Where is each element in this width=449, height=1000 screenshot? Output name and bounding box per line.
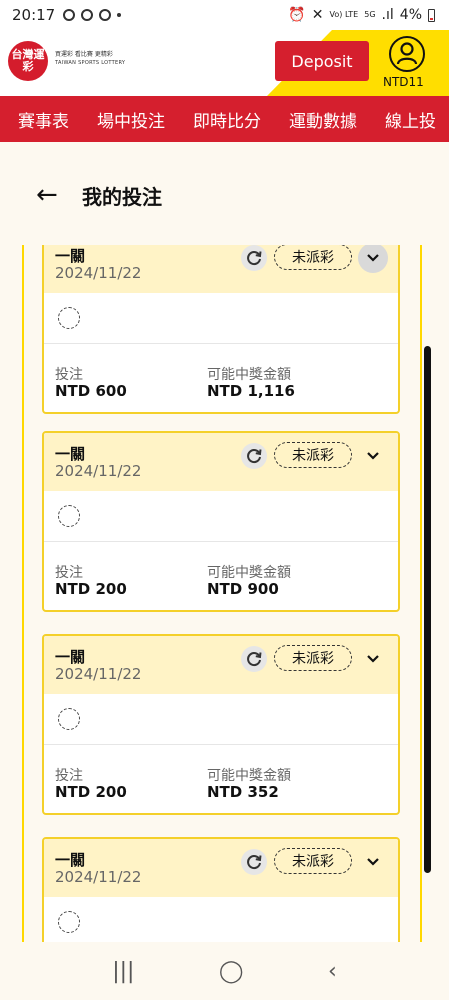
pending-result-icon bbox=[58, 307, 80, 329]
more-dot-icon bbox=[117, 13, 122, 17]
bet-date: 2024/11/22 bbox=[55, 264, 142, 282]
bet-type: 一關 bbox=[55, 247, 86, 265]
bet-card[interactable]: 一關 2024/11/22 未派彩 投注 NTD 200 可能中獎金額 NTD … bbox=[42, 431, 400, 612]
chat-icon bbox=[99, 9, 112, 21]
refresh-icon[interactable] bbox=[241, 443, 267, 469]
nav-item-sports-stats[interactable]: 運動數據 bbox=[289, 107, 357, 132]
bet-type: 一關 bbox=[55, 851, 86, 869]
notification-icon bbox=[81, 9, 94, 21]
network-5g-icon: 5G bbox=[364, 10, 376, 19]
stake-value: NTD 600 bbox=[55, 382, 127, 400]
bet-type: 一關 bbox=[55, 648, 86, 666]
refresh-icon[interactable] bbox=[241, 849, 267, 875]
page-header: ← 我的投注 bbox=[0, 170, 449, 220]
account-balance: NTD11 bbox=[383, 75, 424, 89]
pending-result-icon bbox=[58, 708, 80, 730]
app-header: 台灣運彩 買運彩 看比賽 更精彩 TAIWAN SPORTS LOTTERY D… bbox=[0, 30, 449, 96]
bet-selection-row bbox=[44, 897, 398, 942]
battery-percent: 4% bbox=[399, 7, 422, 23]
bet-selection-row bbox=[44, 694, 398, 745]
status-bar: 20:17 ⏰ ✕ Vo) LTE 5G .ıl 4% bbox=[0, 0, 449, 30]
brand-tagline-zh: 買運彩 看比賽 更精彩 bbox=[55, 51, 113, 58]
payout-label: 可能中獎金額 bbox=[207, 768, 291, 784]
deposit-button[interactable]: Deposit bbox=[275, 41, 369, 81]
page-title: 我的投注 bbox=[82, 184, 162, 209]
recents-icon[interactable]: ||| bbox=[112, 959, 134, 984]
nav-item-live-betting[interactable]: 場中投注 bbox=[97, 107, 165, 132]
nav-item-schedule[interactable]: 賽事表 bbox=[18, 107, 69, 132]
chevron-down-icon[interactable] bbox=[358, 245, 388, 273]
mute-icon: ✕ bbox=[311, 7, 324, 23]
back-icon[interactable]: ‹ bbox=[328, 959, 337, 984]
nav-item-online-betting[interactable]: 線上投 bbox=[385, 107, 436, 132]
bet-card-header: 一關 2024/11/22 未派彩 bbox=[44, 245, 398, 293]
bet-amounts: 投注 NTD 200 可能中獎金額 NTD 900 bbox=[44, 542, 398, 610]
bet-card-header: 一關 2024/11/22 未派彩 bbox=[44, 433, 398, 491]
payout-value: NTD 352 bbox=[207, 783, 279, 801]
scrollbar[interactable] bbox=[424, 346, 431, 873]
payout-value: NTD 900 bbox=[207, 580, 279, 598]
bet-card[interactable]: 一關 2024/11/22 未派彩 投注 NTD 600 可能中獎金額 NTD … bbox=[42, 245, 400, 414]
stake-value: NTD 200 bbox=[55, 580, 127, 598]
user-icon bbox=[396, 42, 418, 65]
payout-label: 可能中獎金額 bbox=[207, 565, 291, 581]
stake-value: NTD 200 bbox=[55, 783, 127, 801]
bet-type: 一關 bbox=[55, 445, 86, 463]
bet-selection-row bbox=[44, 293, 398, 344]
system-nav-bar: ||| ◯ ‹ bbox=[0, 942, 449, 1000]
main-nav: 賽事表 場中投注 即時比分 運動數據 線上投 bbox=[0, 96, 449, 142]
bet-date: 2024/11/22 bbox=[55, 462, 142, 480]
payout-value: NTD 1,116 bbox=[207, 382, 295, 400]
bet-amounts: 投注 NTD 200 可能中獎金額 NTD 352 bbox=[44, 745, 398, 813]
stake-label: 投注 bbox=[55, 565, 83, 581]
bet-date: 2024/11/22 bbox=[55, 868, 142, 886]
chevron-down-icon[interactable] bbox=[358, 847, 388, 877]
status-badge: 未派彩 bbox=[274, 245, 352, 270]
pending-result-icon bbox=[58, 911, 80, 933]
bet-selection-row bbox=[44, 491, 398, 542]
brand-tagline: 買運彩 看比賽 更精彩 TAIWAN SPORTS LOTTERY bbox=[55, 51, 125, 67]
payout-label: 可能中獎金額 bbox=[207, 367, 291, 383]
volte-icon: Vo) LTE bbox=[329, 10, 359, 19]
alarm-icon: ⏰ bbox=[288, 7, 306, 23]
signal-icon: .ıl bbox=[381, 7, 394, 23]
nav-item-live-scores[interactable]: 即時比分 bbox=[193, 107, 261, 132]
status-time: 20:17 bbox=[12, 6, 56, 24]
refresh-icon[interactable] bbox=[241, 245, 267, 271]
status-badge: 未派彩 bbox=[274, 848, 352, 874]
bet-date: 2024/11/22 bbox=[55, 665, 142, 683]
bet-card-header: 一關 2024/11/22 未派彩 bbox=[44, 636, 398, 694]
notification-icon bbox=[63, 9, 76, 21]
bet-card-header: 一關 2024/11/22 未派彩 bbox=[44, 839, 398, 897]
brand-tagline-en: TAIWAN SPORTS LOTTERY bbox=[55, 60, 126, 66]
account-icon[interactable] bbox=[389, 36, 425, 72]
chevron-down-icon[interactable] bbox=[358, 441, 388, 471]
stake-label: 投注 bbox=[55, 367, 83, 383]
bet-card[interactable]: 一關 2024/11/22 未派彩 投注 NTD 200 可能中獎金額 NTD … bbox=[42, 634, 400, 815]
stake-label: 投注 bbox=[55, 768, 83, 784]
refresh-icon[interactable] bbox=[241, 646, 267, 672]
bet-amounts: 投注 NTD 600 可能中獎金額 NTD 1,116 bbox=[44, 344, 398, 412]
status-badge: 未派彩 bbox=[274, 645, 352, 671]
system-icons: ⏰ ✕ Vo) LTE 5G .ıl 4% bbox=[288, 7, 435, 23]
chevron-down-icon[interactable] bbox=[358, 644, 388, 674]
notification-icons bbox=[63, 9, 122, 21]
brand-logo[interactable]: 台灣運彩 bbox=[8, 41, 48, 81]
battery-icon bbox=[428, 8, 435, 22]
bet-list[interactable]: 一關 2024/11/22 未派彩 投注 NTD 600 可能中獎金額 NTD … bbox=[22, 245, 422, 942]
home-icon[interactable]: ◯ bbox=[219, 959, 244, 984]
status-badge: 未派彩 bbox=[274, 442, 352, 468]
back-arrow-icon[interactable]: ← bbox=[36, 180, 66, 210]
bet-card[interactable]: 一關 2024/11/22 未派彩 bbox=[42, 837, 400, 942]
pending-result-icon bbox=[58, 505, 80, 527]
